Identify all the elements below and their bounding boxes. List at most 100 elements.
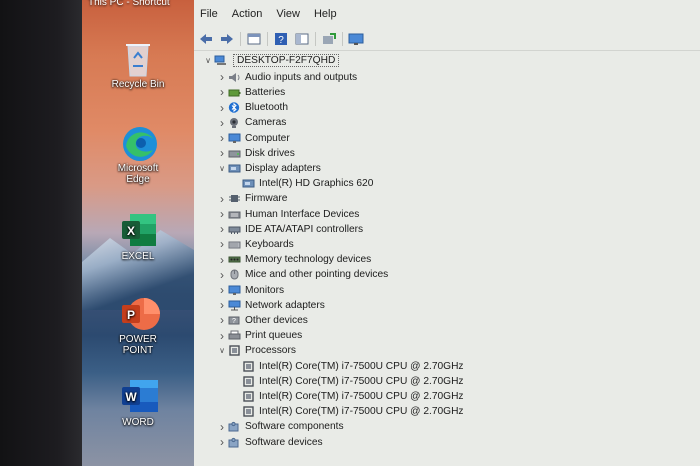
display-adapter-icon [242,178,255,189]
processor-icon [242,406,255,417]
tree-item-category[interactable]: › Software devices [216,435,323,450]
toolbar: ? [194,28,700,51]
back-arrow-icon[interactable] [198,32,214,46]
tree-item-label: Bluetooth [245,102,289,114]
hid-icon [228,209,241,220]
toolbar-divider [267,32,268,46]
desktop-icon-label: Recycle Bin [111,79,165,90]
tree-item-category[interactable]: › Cameras [216,115,286,130]
tree-item-category[interactable]: › Firmware [216,191,287,206]
chevron-right-icon[interactable]: › [216,192,228,206]
chevron-right-icon[interactable]: › [216,146,228,160]
menu-action[interactable]: Action [232,8,263,20]
help-icon[interactable]: ? [273,32,289,46]
desktop-icon-excel[interactable]: X EXCEL [88,212,188,262]
chevron-right-icon[interactable]: › [216,313,228,327]
camera-icon [228,117,241,129]
chevron-right-icon[interactable]: › [216,237,228,251]
desktop-area: This PC - Shortcut Recycle Bin Microsoft… [82,0,194,466]
console-icon[interactable] [294,32,310,46]
chevron-right-icon[interactable]: › [216,253,228,267]
desktop-icon-label: Microsoft Edge [117,163,159,185]
tree-item-label: Network adapters [245,299,325,311]
desktop-icon-powerpoint[interactable]: P POWER POINT [88,295,188,356]
desktop-icon-recycle-bin[interactable]: Recycle Bin [88,40,188,90]
chevron-down-icon[interactable]: ∨ [216,164,228,173]
tree-item-label: Display adapters [245,162,321,174]
chevron-right-icon[interactable]: › [216,85,228,99]
tree-root-desktop[interactable]: ∨ DESKTOP-F2F7QHD [202,53,340,68]
computer-icon [214,55,227,66]
monitor-icon[interactable] [348,32,364,46]
tree-item-label: Memory technology devices [245,254,372,266]
menu-view[interactable]: View [276,8,300,20]
chevron-right-icon[interactable]: › [216,222,228,236]
update-driver-icon[interactable] [321,32,337,46]
word-icon: W [120,378,158,414]
tree-item-label: Intel(R) Core(TM) i7-7500U CPU @ 2.70GHz [259,360,464,372]
tree-item-label: Print queues [245,330,303,342]
processor-icon [242,360,255,372]
chevron-right-icon[interactable]: › [216,435,228,449]
chevron-right-icon[interactable]: › [216,283,228,297]
puzzle-icon [228,421,241,432]
tree-item-category[interactable]: › Mice and other pointing devices [216,267,388,282]
tree-item-category[interactable]: › Bluetooth [216,100,288,115]
this-pc-shortcut-label[interactable]: This PC - Shortcut [84,0,188,8]
tree-item-device[interactable]: Intel(R) Core(TM) i7-7500U CPU @ 2.70GHz [242,374,464,389]
forward-arrow-icon[interactable] [219,32,235,46]
tree-item-label: Mice and other pointing devices [245,269,389,281]
tree-item-category[interactable]: ∨ Display adapters [216,161,321,176]
tree-item-device[interactable]: Intel(R) Core(TM) i7-7500U CPU @ 2.70GHz [242,389,464,404]
properties-icon[interactable] [246,32,262,46]
svg-text:X: X [127,224,135,238]
tree-item-category[interactable]: › Computer [216,131,290,146]
chevron-right-icon[interactable]: › [216,298,228,312]
tree-item-category[interactable]: ∨ Processors [216,343,296,358]
desktop-icon-label: EXCEL [121,251,155,262]
tree-item-label: Audio inputs and outputs [245,71,358,83]
tree-item-label: Batteries [245,86,286,98]
chevron-right-icon[interactable]: › [216,70,228,84]
tree-item-category[interactable]: › Print queues [216,328,302,343]
desktop-icon-edge[interactable]: Microsoft Edge [88,124,188,185]
tree-item-category[interactable]: › Disk drives [216,146,295,161]
tree-item-device[interactable]: Intel(R) HD Graphics 620 [242,176,373,191]
chevron-right-icon[interactable]: › [216,268,228,282]
tree-item-category[interactable]: ›? Other devices [216,313,308,328]
tree-item-label: Intel(R) Core(TM) i7-7500U CPU @ 2.70GHz [259,390,464,402]
tree-item-category[interactable]: › Software components [216,419,344,434]
chevron-right-icon[interactable]: › [216,207,228,221]
tree-item-category[interactable]: › IDE ATA/ATAPI controllers [216,222,363,237]
tree-item-category[interactable]: › Human Interface Devices [216,207,359,222]
tree-item-category[interactable]: › Audio inputs and outputs [216,70,357,85]
chevron-down-icon[interactable]: ∨ [216,346,228,355]
tree-item-label: Human Interface Devices [245,208,360,220]
tree-item-label: Intel(R) HD Graphics 620 [259,178,374,190]
tree-item-label: Computer [245,132,290,144]
chevron-right-icon[interactable]: › [216,116,228,130]
tree-item-device[interactable]: Intel(R) Core(TM) i7-7500U CPU @ 2.70GHz [242,359,464,374]
chevron-right-icon[interactable]: › [216,101,228,115]
tree-item-category[interactable]: › Batteries [216,85,285,100]
toolbar-divider [315,32,316,46]
tree-item-category[interactable]: › Monitors [216,283,284,298]
tree-item-category[interactable]: › Memory technology devices [216,252,371,267]
menu-bar: File Action View Help [194,0,700,28]
puzzle-icon [228,437,241,448]
tree-item-label: Disk drives [245,147,295,159]
tree-item-category[interactable]: › Network adapters [216,298,325,313]
chevron-right-icon[interactable]: › [216,329,228,343]
battery-icon [228,87,241,98]
menu-help[interactable]: Help [314,8,337,20]
tree-item-device[interactable]: Intel(R) Core(TM) i7-7500U CPU @ 2.70GHz [242,404,464,419]
chevron-right-icon[interactable]: › [216,131,228,145]
chevron-down-icon[interactable]: ∨ [202,56,214,65]
tree-item-category[interactable]: › Keyboards [216,237,294,252]
mouse-icon [228,269,241,280]
tree-item-label: Monitors [245,284,285,296]
desktop-icon-word[interactable]: W WORD [88,378,188,428]
chevron-right-icon[interactable]: › [216,420,228,434]
tree-item-label: Firmware [245,193,288,205]
menu-file[interactable]: File [200,8,218,20]
